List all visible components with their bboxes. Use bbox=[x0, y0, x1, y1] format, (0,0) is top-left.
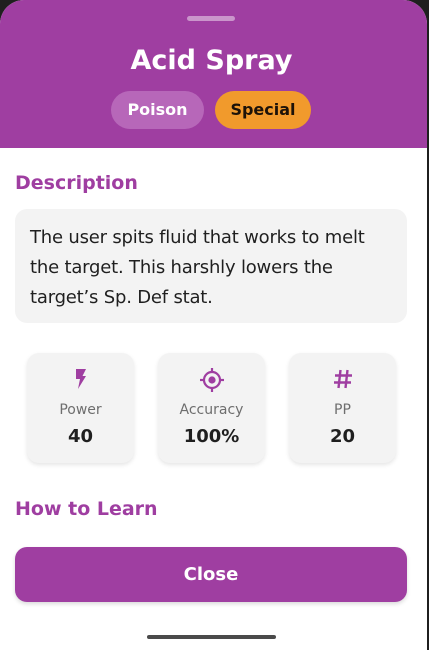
move-detail-sheet: Acid Spray Poison Special Description Th… bbox=[0, 0, 427, 650]
move-title: Acid Spray bbox=[130, 45, 293, 76]
stat-label: PP bbox=[334, 402, 351, 418]
description-heading: Description bbox=[15, 172, 138, 194]
type-chip: Poison bbox=[111, 91, 204, 129]
stat-card-accuracy: Accuracy 100% bbox=[158, 353, 265, 463]
stat-value: 20 bbox=[329, 426, 356, 447]
stat-card-power: Power 40 bbox=[27, 353, 134, 463]
hash-icon bbox=[289, 367, 396, 395]
drag-handle[interactable] bbox=[187, 16, 235, 21]
bolt-icon bbox=[27, 367, 134, 395]
sheet-header: Acid Spray Poison Special bbox=[0, 0, 427, 148]
stat-label: Power bbox=[59, 402, 102, 418]
close-button[interactable]: Close bbox=[15, 547, 407, 602]
description-box: The user spits fluid that works to melt … bbox=[15, 209, 407, 323]
stat-value: 40 bbox=[67, 426, 94, 447]
stat-card-pp: PP 20 bbox=[289, 353, 396, 463]
home-indicator[interactable] bbox=[147, 635, 276, 639]
target-icon bbox=[158, 367, 265, 397]
stat-value: 100% bbox=[183, 426, 240, 447]
how-to-learn-heading: How to Learn bbox=[15, 498, 158, 520]
stat-label: Accuracy bbox=[179, 402, 244, 418]
description-text: The user spits fluid that works to melt … bbox=[30, 227, 365, 308]
category-chip: Special bbox=[215, 91, 311, 129]
